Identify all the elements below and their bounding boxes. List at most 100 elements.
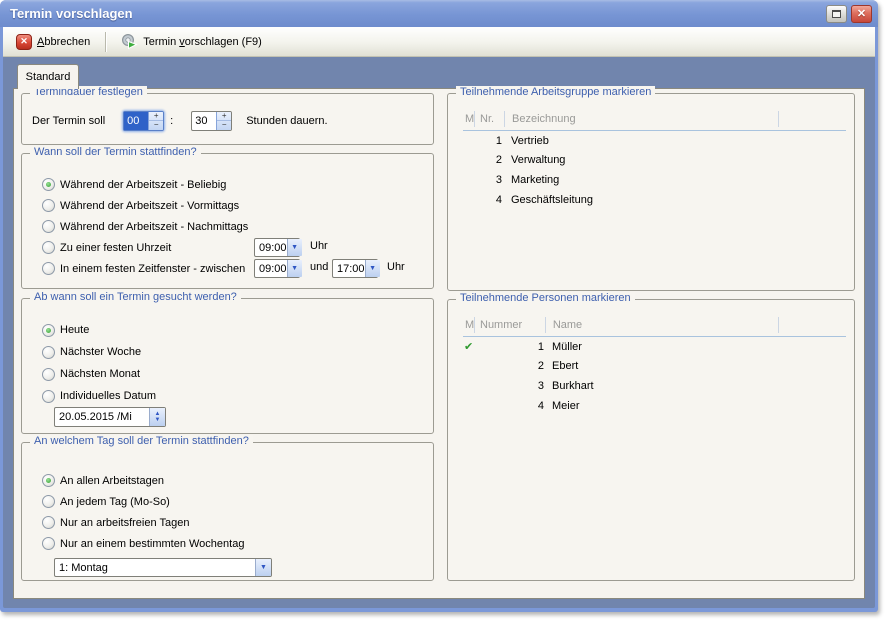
toolbar-separator: [105, 32, 106, 52]
radio-next-month[interactable]: [42, 368, 55, 381]
propose-appointment-button[interactable]: Termin vorschlagen (F9): [114, 30, 269, 53]
radio-row-worktime-any: Während der Arbeitszeit - Beliebig: [22, 174, 433, 195]
column-header-mark[interactable]: M: [463, 317, 474, 333]
duration-colon: :: [170, 115, 173, 127]
radio-row-next-month: Nächsten Monat: [22, 363, 433, 385]
person-row[interactable]: 4 Meier: [463, 396, 846, 416]
radio-row-worktime-afternoon: Während der Arbeitszeit - Nachmittags: [22, 216, 433, 237]
group-workgroups: Teilnehmende Arbeitsgruppe markieren M N…: [447, 93, 855, 291]
column-header-nr[interactable]: Nr.: [474, 111, 504, 127]
close-button[interactable]: ✕: [851, 5, 872, 23]
window-from-combo[interactable]: 09:00 ▼: [254, 259, 300, 278]
group-when: Wann soll der Termin stattfinden? Währen…: [21, 153, 434, 289]
window-mid-label: und: [310, 261, 328, 273]
restore-icon: [832, 10, 841, 18]
group-start: Ab wann soll ein Termin gesucht werden? …: [21, 298, 434, 434]
group-day-title: An welchem Tag soll der Termin stattfind…: [30, 435, 253, 447]
hours-spinner[interactable]: 00 +−: [123, 111, 164, 131]
dialog-window: Termin vorschlagen ✕ ✕ Abbrechen Termin …: [0, 0, 878, 612]
person-row[interactable]: 2 Ebert: [463, 357, 846, 377]
radio-today[interactable]: [42, 324, 55, 337]
column-header-nummer[interactable]: Nummer: [474, 317, 545, 333]
window-to-combo[interactable]: 17:00 ▼: [332, 259, 378, 278]
column-header-empty[interactable]: [778, 111, 846, 127]
radio-specific-weekday[interactable]: [42, 537, 55, 550]
radio-row-specific-weekday: Nur an einem bestimmten Wochentag: [22, 533, 433, 554]
radio-every-day[interactable]: [42, 495, 55, 508]
column-header-empty[interactable]: [778, 317, 846, 333]
group-workgroups-title: Teilnehmende Arbeitsgruppe markieren: [456, 86, 655, 98]
radio-row-next-week: Nächster Woche: [22, 341, 433, 363]
date-value[interactable]: 20.05.2015 /Mi: [55, 408, 149, 426]
person-row[interactable]: ✔ 1 Müller: [463, 337, 846, 357]
fixed-time-combo[interactable]: 09:00 ▼: [254, 238, 300, 257]
cancel-icon: ✕: [16, 34, 32, 50]
window-controls: ✕: [826, 5, 872, 23]
tab-panel: Termindauer festlegen Der Termin soll 00…: [13, 88, 865, 599]
group-duration: Termindauer festlegen Der Termin soll 00…: [21, 93, 434, 145]
restore-button[interactable]: [826, 5, 847, 23]
propose-label: Termin vorschlagen (F9): [143, 36, 262, 48]
radio-worktime-afternoon[interactable]: [42, 220, 55, 233]
hours-value[interactable]: 00: [124, 112, 148, 130]
minutes-spinner[interactable]: 30 +−: [191, 111, 232, 131]
cancel-label: Abbrechen: [37, 36, 90, 48]
radio-free-days[interactable]: [42, 516, 55, 529]
fixed-time-suffix-label: Uhr: [310, 240, 328, 252]
column-header-bezeichnung[interactable]: Bezeichnung: [504, 111, 754, 127]
workgroup-row[interactable]: 3 Marketing: [463, 170, 846, 190]
minutes-spin-buttons-icon[interactable]: +−: [216, 112, 231, 130]
radio-next-week[interactable]: [42, 346, 55, 359]
close-icon: ✕: [857, 7, 866, 20]
workgroup-row[interactable]: 1 Vertrieb: [463, 131, 846, 151]
minutes-value[interactable]: 30: [192, 112, 216, 130]
duration-row: Der Termin soll 00 +− : 30 +− Stunden da…: [32, 110, 328, 131]
window-suffix-label: Uhr: [387, 261, 405, 273]
tab-standard[interactable]: Standard: [17, 64, 79, 89]
group-start-title: Ab wann soll ein Termin gesucht werden?: [30, 291, 241, 303]
persons-listview: M Nummer Name ✔ 1 Müller 2 Ebert: [463, 313, 846, 415]
person-row[interactable]: 3 Burkhart: [463, 376, 846, 396]
workgroups-listview: M Nr. Bezeichnung 1 Vertrieb 2 V: [463, 107, 846, 209]
titlebar[interactable]: Termin vorschlagen ✕: [0, 0, 878, 27]
workgroup-row[interactable]: 2 Verwaltung: [463, 151, 846, 171]
duration-suffix-label: Stunden dauern.: [246, 115, 327, 127]
radio-row-today: Heute: [22, 319, 433, 341]
column-header-name[interactable]: Name: [545, 317, 778, 333]
radio-row-custom-date: Individuelles Datum: [22, 385, 433, 407]
workgroup-row[interactable]: 4 Geschäftsleitung: [463, 190, 846, 210]
dropdown-arrow-icon[interactable]: ▼: [287, 260, 302, 277]
dialog-body: Standard Termindauer festlegen Der Termi…: [3, 57, 875, 608]
weekday-dropdown[interactable]: 1: Montag ▼: [54, 558, 272, 577]
weekday-value[interactable]: 1: Montag: [55, 559, 255, 576]
date-input[interactable]: 20.05.2015 /Mi ▲▼: [54, 407, 166, 427]
radio-row-every-day: An jedem Tag (Mo-So): [22, 491, 433, 512]
dropdown-arrow-icon[interactable]: ▼: [287, 239, 302, 256]
radio-worktime-any[interactable]: [42, 178, 55, 191]
radio-custom-date[interactable]: [42, 390, 55, 403]
propose-gear-icon: [121, 33, 138, 50]
dropdown-arrow-icon[interactable]: ▼: [255, 559, 271, 576]
radio-row-fixed-time: Zu einer festen Uhrzeit 09:00 ▼ Uhr: [22, 237, 433, 258]
radio-row-time-window: In einem festen Zeitfenster - zwischen 0…: [22, 258, 433, 279]
dropdown-arrow-icon[interactable]: ▼: [365, 260, 380, 277]
radio-row-worktime-morning: Während der Arbeitszeit - Vormittags: [22, 195, 433, 216]
persons-header: M Nummer Name: [463, 313, 846, 337]
radio-row-free-days: Nur an arbeitsfreien Tagen: [22, 512, 433, 533]
date-spinner-icon[interactable]: ▲▼: [149, 408, 165, 426]
radio-fixed-time[interactable]: [42, 241, 55, 254]
duration-prefix-label: Der Termin soll: [32, 115, 105, 127]
group-persons: Teilnehmende Personen markieren M Nummer…: [447, 299, 855, 581]
radio-all-workdays[interactable]: [42, 474, 55, 487]
radio-time-window[interactable]: [42, 262, 55, 275]
window-title: Termin vorschlagen: [10, 6, 133, 21]
hours-spin-buttons-icon[interactable]: +−: [148, 112, 163, 130]
group-day: An welchem Tag soll der Termin stattfind…: [21, 442, 434, 581]
column-header-mark[interactable]: M: [463, 111, 474, 127]
toolbar: ✕ Abbrechen Termin vorschlagen (F9): [3, 27, 875, 57]
radio-worktime-morning[interactable]: [42, 199, 55, 212]
group-when-title: Wann soll der Termin stattfinden?: [30, 146, 201, 158]
radio-row-all-workdays: An allen Arbeitstagen: [22, 470, 433, 491]
cancel-button[interactable]: ✕ Abbrechen: [9, 31, 97, 53]
group-persons-title: Teilnehmende Personen markieren: [456, 292, 635, 304]
